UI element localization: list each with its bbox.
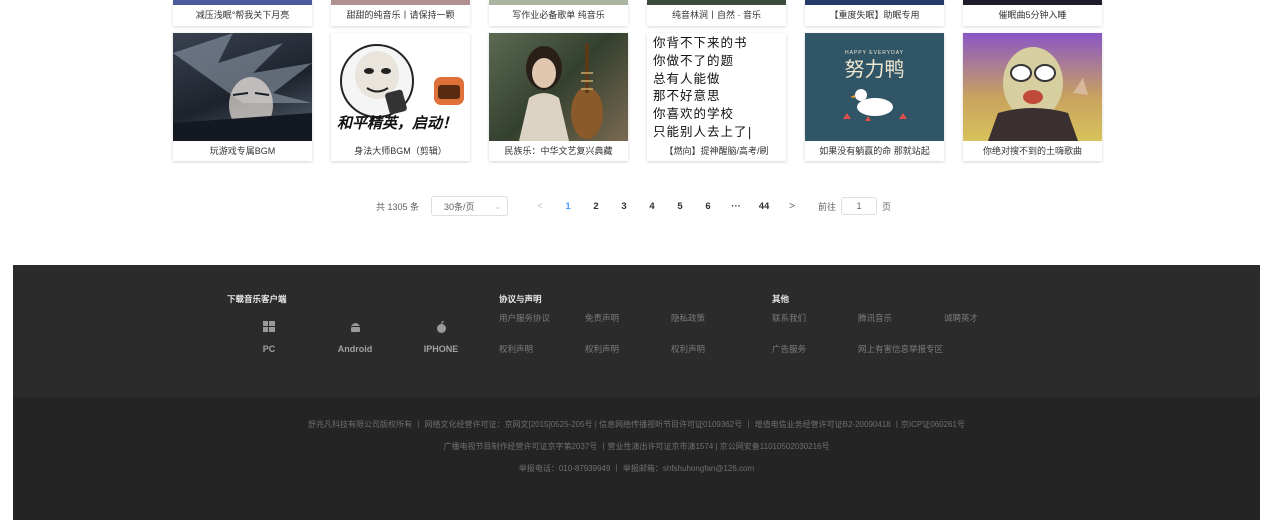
page: 减压浅眠°帮我关下月亮 甜甜的纯音乐丨请保持一颗 写作业必备歌单 纯音乐 纯音林涧丨自… (0, 0, 1269, 520)
license-line: 舒兆凡科技有限公司版权所有 丨 网络文化经营许可证：京网文[2015]0525-… (308, 420, 965, 429)
download-pc[interactable]: PC (239, 321, 299, 354)
download-label: Android (337, 344, 373, 354)
cover-text: 和平精英，启动！ (337, 115, 458, 132)
footer-link[interactable]: 腾讯音乐 (858, 313, 892, 323)
playlist-title[interactable]: 【燃向】提神醒脑/高考/刷 (647, 141, 786, 161)
page-number[interactable]: 5 (666, 201, 694, 212)
playlist-card[interactable]: 甜甜的纯音乐丨请保持一颗 (331, 0, 470, 26)
playlist-cover[interactable]: 和平精英，启动！ (331, 33, 470, 141)
download-title: 下载音乐客户端 (227, 294, 287, 304)
download-label: PC (262, 344, 276, 354)
windows-icon (239, 321, 299, 335)
pagination: 共 1305 条 30条/页 ⌄ < 1 2 3 4 5 6 ··· 44 > … (376, 196, 891, 216)
page-number[interactable]: 6 (694, 201, 722, 212)
footer-link[interactable]: 诚聘英才 (944, 313, 978, 323)
footer-link[interactable]: 权利声明 (671, 344, 705, 354)
playlist-cover[interactable]: 你背不下来的书 你做不了的题 总有人能做 那不好意思 你喜欢的学校 只能别人去上… (647, 33, 786, 141)
page-number[interactable]: 2 (582, 201, 610, 212)
footer: 下载音乐客户端 PC Android IPHONE 协议与声明 用户服务协议 免… (13, 265, 1260, 520)
footer-legal: 舒兆凡科技有限公司版权所有 丨 网络文化经营许可证：京网文[2015]0525-… (13, 397, 1260, 520)
page-size-value: 30条/页 (444, 201, 475, 212)
playlist-card[interactable]: 纯音林涧丨自然 · 音乐 (647, 0, 786, 26)
poem-line: 只能别人去上了| (653, 123, 753, 139)
footer-link[interactable]: 用户服务协议 (499, 313, 550, 323)
playlist-card[interactable]: 你绝对搜不到的土嗨歌曲 (963, 33, 1102, 161)
license-line: 举报电话：010-87939949 丨 举报邮箱：shfshuhongfan@1… (518, 464, 755, 473)
page-number[interactable]: 4 (638, 201, 666, 212)
download-label: IPHONE (423, 344, 459, 354)
footer-link[interactable]: 权利声明 (499, 344, 533, 354)
apple-icon (411, 320, 471, 335)
more-pages-button[interactable]: ··· (722, 201, 750, 212)
playlist-card[interactable]: 和平精英，启动！ 身法大师BGM（剪辑） (331, 33, 470, 161)
android-icon (325, 321, 385, 335)
playlist-cover[interactable]: HAPPY EVERYDAY 努力鸭 (805, 33, 944, 141)
playlist-title[interactable]: 催眠曲5分钟入睡 (963, 5, 1102, 25)
poem-line: 那不好意思 (653, 88, 721, 104)
playlist-card[interactable]: 民族乐：中华文艺复兴典藏 (489, 33, 628, 161)
playlist-card[interactable]: 【重度失眠】助眠专用 (805, 0, 944, 26)
license-line: 广播电视节目制作经营许可证京字第2037号 丨营业性演出许可证京市演1574 |… (443, 442, 830, 451)
playlist-cover[interactable] (963, 33, 1102, 141)
goto-page: 前往 1 页 (818, 197, 891, 215)
footer-link[interactable]: 联系我们 (772, 313, 806, 323)
footer-link[interactable]: 隐私政策 (671, 313, 705, 323)
legal-title: 协议与声明 (499, 294, 542, 304)
footer-link[interactable]: 广告服务 (772, 344, 806, 354)
other-title: 其他 (772, 294, 790, 304)
playlist-title[interactable]: 身法大师BGM（剪辑） (331, 141, 470, 161)
poem-line: 你做不了的题 (653, 52, 735, 68)
playlist-title[interactable]: 玩游戏专属BGM (173, 141, 312, 161)
goto-label: 前往 (818, 201, 837, 212)
download-android[interactable]: Android (325, 321, 385, 354)
playlist-title[interactable]: 你绝对搜不到的土嗨歌曲 (963, 141, 1102, 161)
playlist-cover[interactable] (489, 33, 628, 141)
chevron-down-icon: ⌄ (494, 201, 502, 211)
next-page-button[interactable]: > (778, 201, 806, 212)
playlist-title[interactable]: 甜甜的纯音乐丨请保持一颗 (331, 5, 470, 25)
playlist-card[interactable]: 玩游戏专属BGM (173, 33, 312, 161)
goto-suffix: 页 (882, 201, 892, 212)
footer-link[interactable]: 权利声明 (585, 344, 619, 354)
playlist-card[interactable]: 减压浅眠°帮我关下月亮 (173, 0, 312, 26)
footer-link[interactable]: 免责声明 (585, 313, 619, 323)
total-count: 共 1305 条 (376, 201, 420, 212)
page-number[interactable]: 3 (610, 201, 638, 212)
playlist-title[interactable]: 写作业必备歌单 纯音乐 (489, 5, 628, 25)
playlist-card[interactable]: 写作业必备歌单 纯音乐 (489, 0, 628, 26)
playlist-title[interactable]: 如果没有躺赢的命 那就站起 (805, 141, 944, 161)
playlist-title[interactable]: 减压浅眠°帮我关下月亮 (173, 5, 312, 25)
footer-link[interactable]: 网上有害信息举报专区 (858, 344, 944, 354)
prev-page-button[interactable]: < (526, 201, 554, 212)
poem-line: 总有人能做 (653, 70, 721, 86)
playlist-row-top: 减压浅眠°帮我关下月亮 甜甜的纯音乐丨请保持一颗 写作业必备歌单 纯音乐 纯音林涧丨自… (173, 0, 1102, 26)
page-number[interactable]: 1 (554, 201, 582, 212)
page-size-select[interactable]: 30条/页 ⌄ (431, 196, 509, 216)
page-number[interactable]: 44 (750, 201, 778, 212)
download-iphone[interactable]: IPHONE (411, 320, 471, 354)
playlist-card[interactable]: 你背不下来的书 你做不了的题 总有人能做 那不好意思 你喜欢的学校 只能别人去上… (647, 33, 786, 161)
poem-line: 你背不下来的书 (653, 35, 748, 50)
goto-page-input[interactable]: 1 (841, 197, 878, 215)
playlist-card[interactable]: HAPPY EVERYDAY 努力鸭 如果没有躺赢的命 那就站起 (805, 33, 944, 161)
poem-line: 你喜欢的学校 (653, 106, 735, 122)
playlist-title[interactable]: 民族乐：中华文艺复兴典藏 (489, 141, 628, 161)
playlist-title[interactable]: 【重度失眠】助眠专用 (805, 5, 944, 25)
playlist-card[interactable]: 催眠曲5分钟入睡 (963, 0, 1102, 26)
playlist-row: 玩游戏专属BGM 和平精英，启动！ 身法大师BGM（剪辑） 民族乐：中华文艺复兴… (173, 33, 1102, 161)
playlist-cover[interactable] (173, 33, 312, 141)
poem-text: 你背不下来的书 你做不了的题 总有人能做 那不好意思 你喜欢的学校 只能别人去上… (647, 33, 786, 141)
playlist-title[interactable]: 纯音林涧丨自然 · 音乐 (647, 5, 786, 25)
